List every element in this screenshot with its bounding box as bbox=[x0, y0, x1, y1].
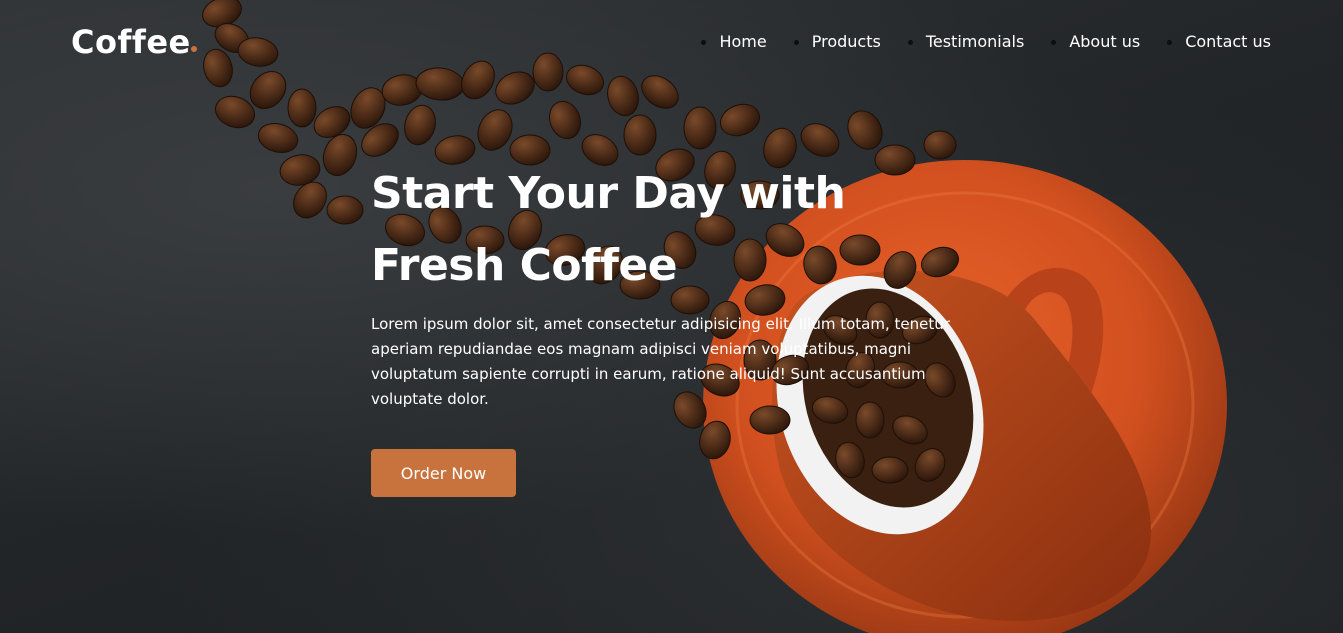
nav-item-contact-us[interactable]: Contact us bbox=[1167, 31, 1271, 53]
headline-line-1: Start Your Day with bbox=[371, 168, 846, 219]
nav-item-label[interactable]: Home bbox=[719, 31, 766, 53]
brand-logo[interactable]: Coffee bbox=[71, 22, 191, 62]
nav-item-label[interactable]: About us bbox=[1069, 31, 1140, 53]
nav-item-label[interactable]: Contact us bbox=[1185, 31, 1271, 53]
hero-headline: Start Your Day with Fresh Coffee bbox=[371, 158, 931, 302]
hero-section: Coffee Home Products Testimonials About … bbox=[0, 0, 1343, 633]
logo-accent-dot bbox=[191, 46, 197, 52]
hero-description: Lorem ipsum dolor sit, amet consectetur … bbox=[371, 315, 950, 408]
nav-item-about-us[interactable]: About us bbox=[1051, 31, 1140, 53]
bullet-icon bbox=[793, 39, 799, 45]
nav-menu: Home Products Testimonials About us Cont… bbox=[674, 31, 1271, 53]
bullet-icon bbox=[907, 39, 913, 45]
bullet-icon bbox=[1167, 39, 1173, 45]
nav-item-home[interactable]: Home bbox=[701, 31, 767, 53]
bullet-icon bbox=[701, 39, 707, 45]
nav-item-products[interactable]: Products bbox=[793, 31, 881, 53]
order-now-button[interactable]: Order Now bbox=[371, 449, 516, 497]
nav-item-testimonials[interactable]: Testimonials bbox=[907, 31, 1025, 53]
navbar: Coffee Home Products Testimonials About … bbox=[0, 0, 1343, 84]
nav-item-label[interactable]: Testimonials bbox=[926, 31, 1025, 53]
bullet-icon bbox=[1051, 39, 1057, 45]
nav-item-label[interactable]: Products bbox=[812, 31, 881, 53]
headline-line-2: Fresh Coffee bbox=[371, 240, 678, 291]
